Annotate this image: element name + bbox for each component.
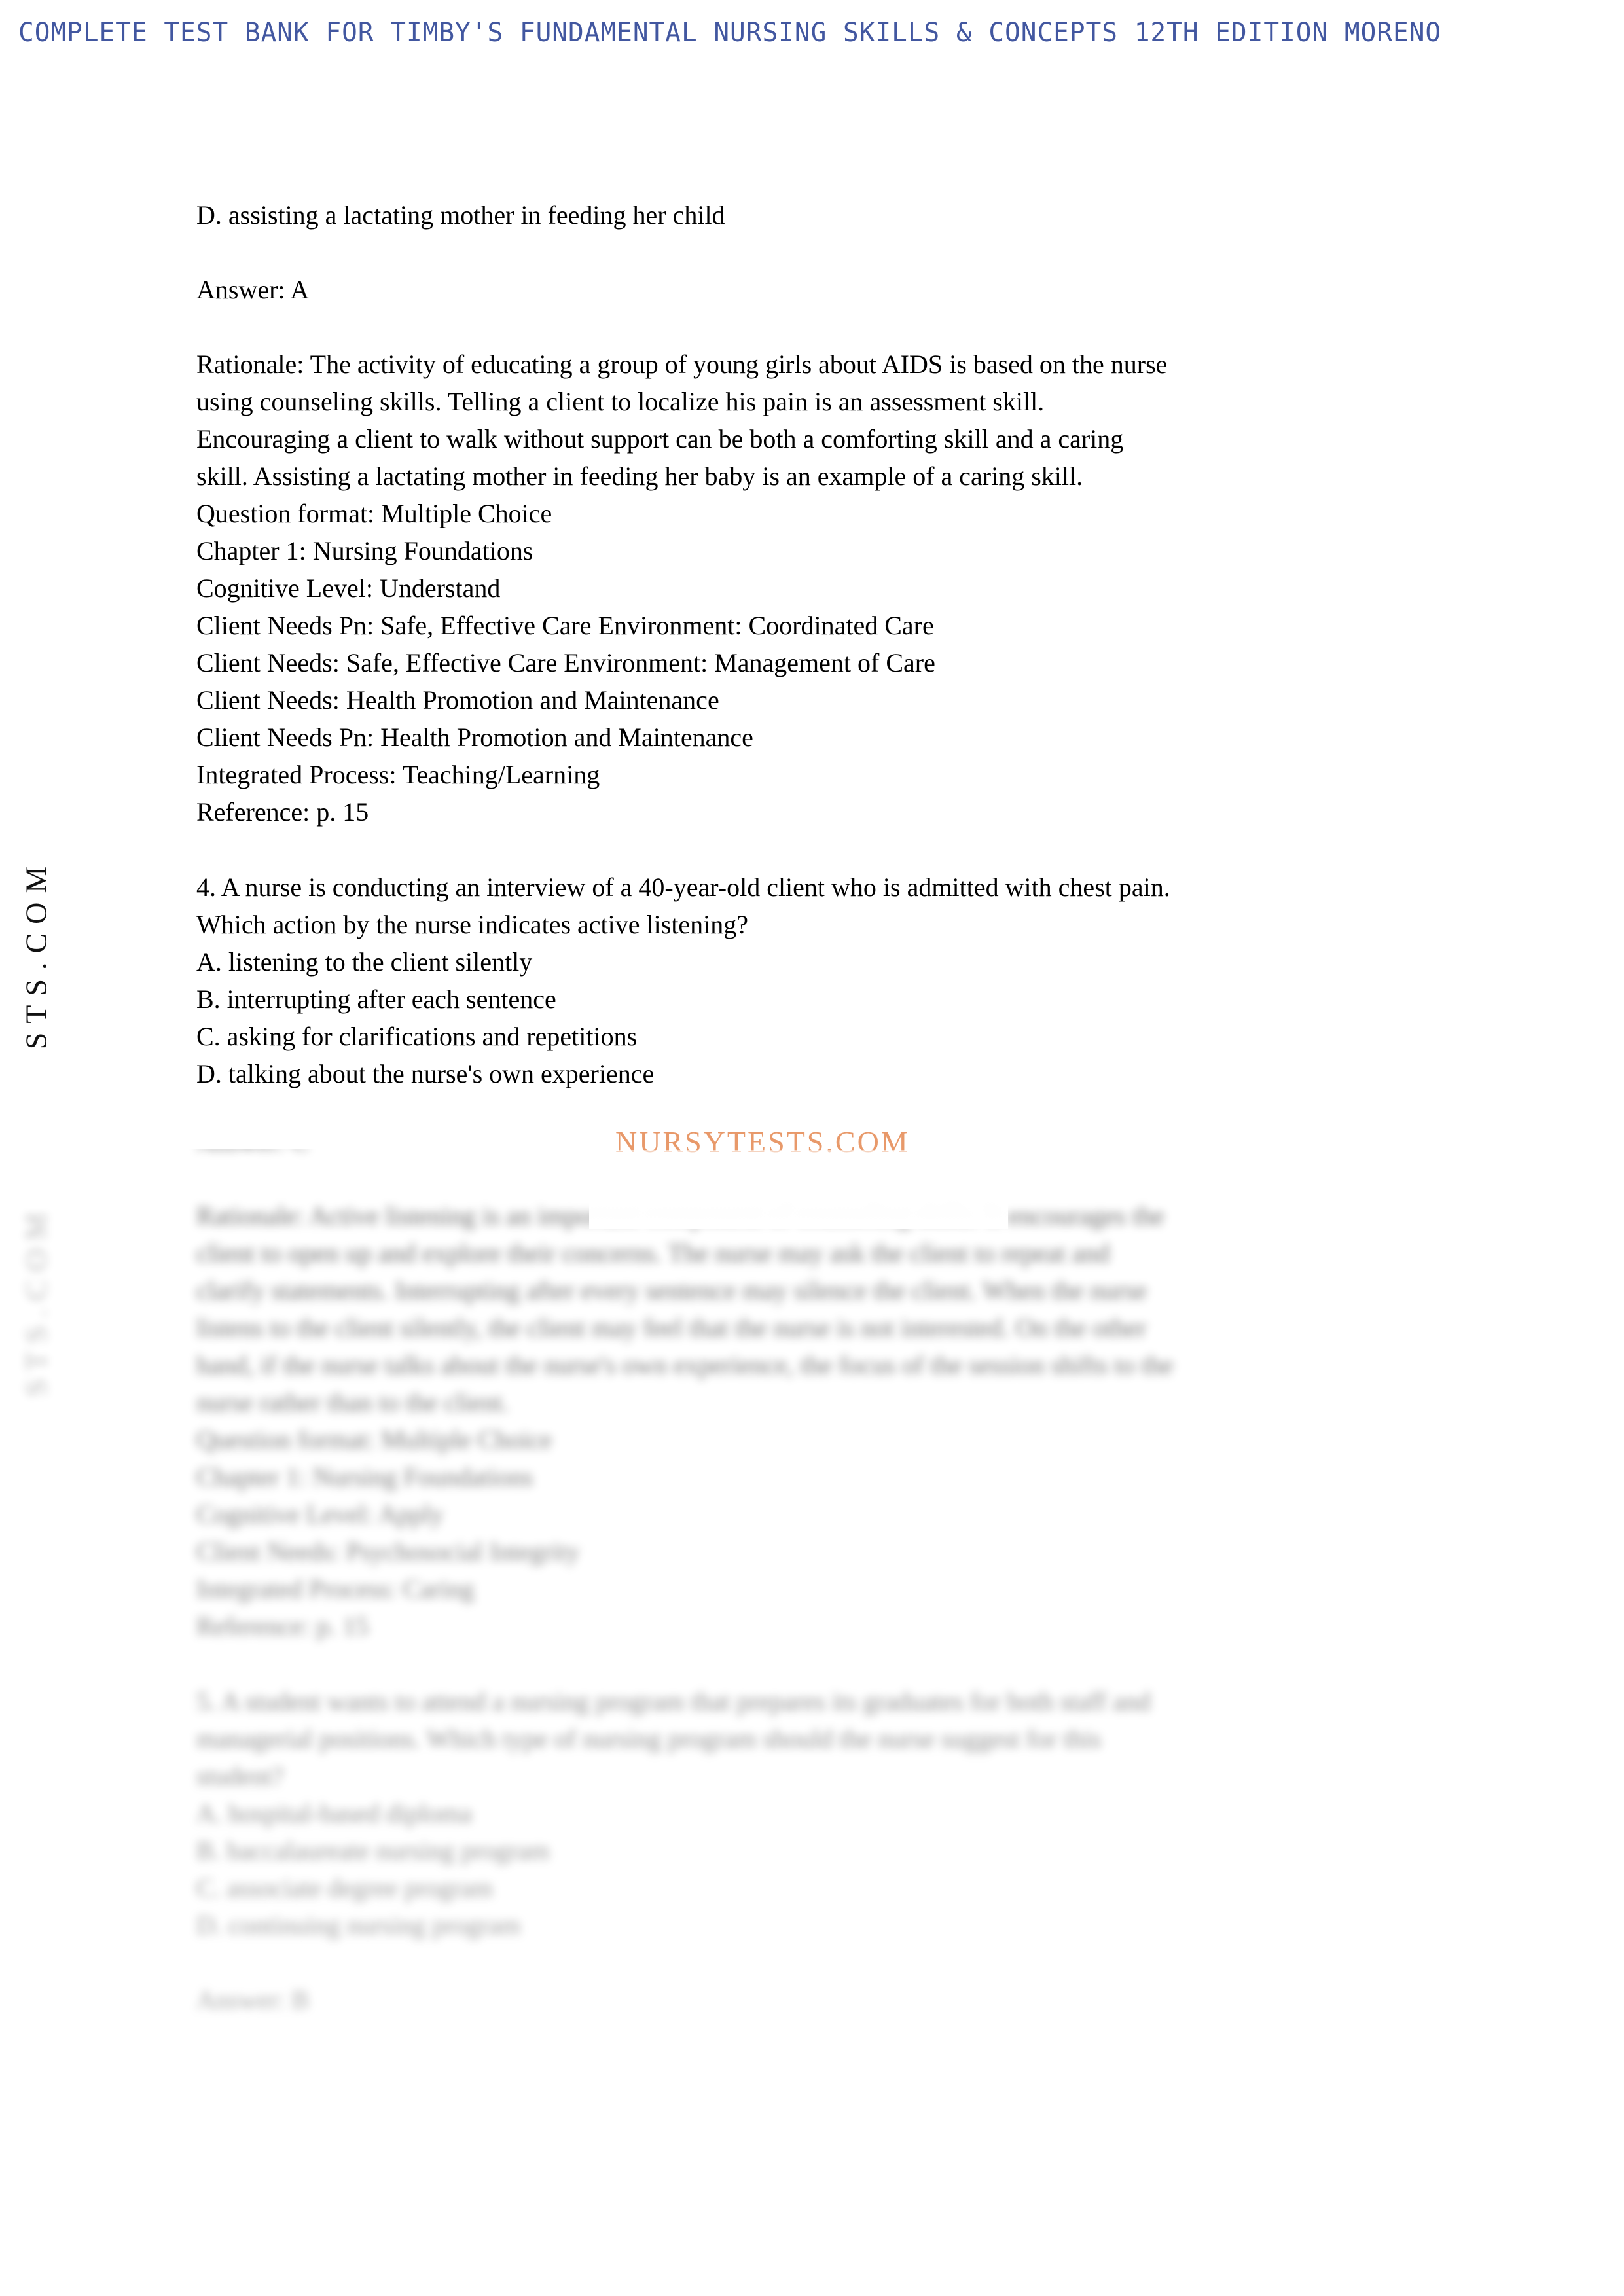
page-content: D. assisting a lactating mother in feedi…	[196, 196, 1440, 1092]
q4-meta-cognitive-level: Cognitive Level: Apply	[196, 1499, 444, 1529]
q4-option-c: C. asking for clarifications and repetit…	[196, 1022, 638, 1051]
q3-rationale-line: skill. Assisting a lactating mother in f…	[196, 461, 1083, 491]
blurred-preview-region: Answer: C Rationale: Active listening is…	[0, 1149, 1624, 2296]
center-site-watermark: NURSYTESTS.COM	[615, 1125, 910, 1158]
q3-meta-client-needs-2: Client Needs: Health Promotion and Maint…	[196, 685, 719, 715]
q3-meta-chapter: Chapter 1: Nursing Foundations	[196, 536, 533, 565]
q3-meta-question-format: Question format: Multiple Choice	[196, 499, 552, 528]
q4-meta-client-needs: Client Needs: Psychosocial Integrity	[196, 1537, 580, 1566]
q5-option-a: A. hospital-based diploma	[196, 1799, 473, 1828]
q4-options: A. listening to the client silently B. i…	[196, 943, 1440, 1092]
q5-option-b: B. baccalaureate nursing program	[196, 1836, 550, 1865]
q5-answer: Answer: B	[196, 1985, 310, 2015]
q4-rationale-line: hand, if the nurse talks about the nurse…	[196, 1350, 1174, 1380]
q3-meta-client-needs-1: Client Needs: Safe, Effective Care Envir…	[196, 648, 935, 677]
q4-meta-reference: Reference: p. 15	[196, 1611, 369, 1641]
q4-rationale-line: Rationale: Active listening is an import…	[196, 1201, 1164, 1230]
q3-meta-integrated-process: Integrated Process: Teaching/Learning	[196, 760, 600, 789]
q4-stem-line: Which action by the nurse indicates acti…	[196, 910, 749, 939]
q4-option-b: B. interrupting after each sentence	[196, 984, 556, 1014]
q3-rationale-line: using counseling skills. Telling a clien…	[196, 387, 1045, 416]
q3-rationale: Rationale: The activity of educating a g…	[196, 346, 1440, 495]
blur-fade-overlay	[0, 1149, 1624, 2296]
q4-rationale-line: client to open up and explore their conc…	[196, 1238, 1110, 1268]
q3-metadata: Question format: Multiple Choice Chapter…	[196, 495, 1440, 831]
vertical-site-watermark-blurred: STS.COM	[19, 1204, 53, 1397]
q4-meta-integrated-process: Integrated Process: Caring	[196, 1574, 475, 1604]
vertical-site-watermark: STS.COM	[19, 857, 53, 1050]
q5-stem-line: managerial positions. Which type of nurs…	[196, 1724, 1102, 1753]
q4-metadata: Question format: Multiple Choice Chapter…	[196, 1421, 1440, 1645]
q4-meta-chapter: Chapter 1: Nursing Foundations	[196, 1462, 533, 1492]
q4-option-a: A. listening to the client silently	[196, 947, 533, 977]
header-title: COMPLETE TEST BANK FOR TIMBY'S FUNDAMENT…	[18, 18, 1442, 48]
q3-answer: Answer: A	[196, 275, 310, 304]
blur-edge-line	[0, 1149, 1624, 1151]
q3-meta-reference: Reference: p. 15	[196, 797, 369, 827]
q4-rationale-line: listens to the client silently, the clie…	[196, 1313, 1147, 1342]
blurred-content: Answer: C Rationale: Active listening is…	[196, 1149, 1440, 2018]
document-header-banner: COMPLETE TEST BANK FOR TIMBY'S FUNDAMENT…	[18, 16, 1615, 50]
q4-stem: 4. A nurse is conducting an interview of…	[196, 869, 1440, 943]
q3-meta-cognitive-level: Cognitive Level: Understand	[196, 573, 501, 603]
q3-rationale-line: Encouraging a client to walk without sup…	[196, 424, 1124, 454]
q5-option-c: C. associate degree program	[196, 1873, 494, 1903]
q4-rationale-line: clarify statements. Interrupting after e…	[196, 1276, 1147, 1305]
q4-rationale: Rationale: Active listening is an import…	[196, 1197, 1440, 1421]
q3-rationale-line: Rationale: The activity of educating a g…	[196, 350, 1168, 379]
q4-meta-question-format: Question format: Multiple Choice	[196, 1425, 552, 1454]
q5-stem: 5. A student wants to attend a nursing p…	[196, 1683, 1440, 1795]
q3-option-d: D. assisting a lactating mother in feedi…	[196, 200, 725, 230]
q5-options: A. hospital-based diploma B. baccalaurea…	[196, 1795, 1440, 1944]
q4-option-d: D. talking about the nurse's own experie…	[196, 1059, 655, 1088]
q3-meta-client-needs-pn-1: Client Needs Pn: Safe, Effective Care En…	[196, 611, 934, 640]
q5-stem-line: student?	[196, 1761, 284, 1791]
center-watermark-fade-mask	[589, 1150, 1008, 1229]
q4-rationale-line: nurse rather than to the client.	[196, 1388, 509, 1417]
q5-option-d: D. continuing nursing program	[196, 1910, 521, 1940]
q5-stem-line: 5. A student wants to attend a nursing p…	[196, 1687, 1151, 1716]
q3-meta-client-needs-pn-2: Client Needs Pn: Health Promotion and Ma…	[196, 723, 753, 752]
q4-stem-line: 4. A nurse is conducting an interview of…	[196, 872, 1170, 902]
